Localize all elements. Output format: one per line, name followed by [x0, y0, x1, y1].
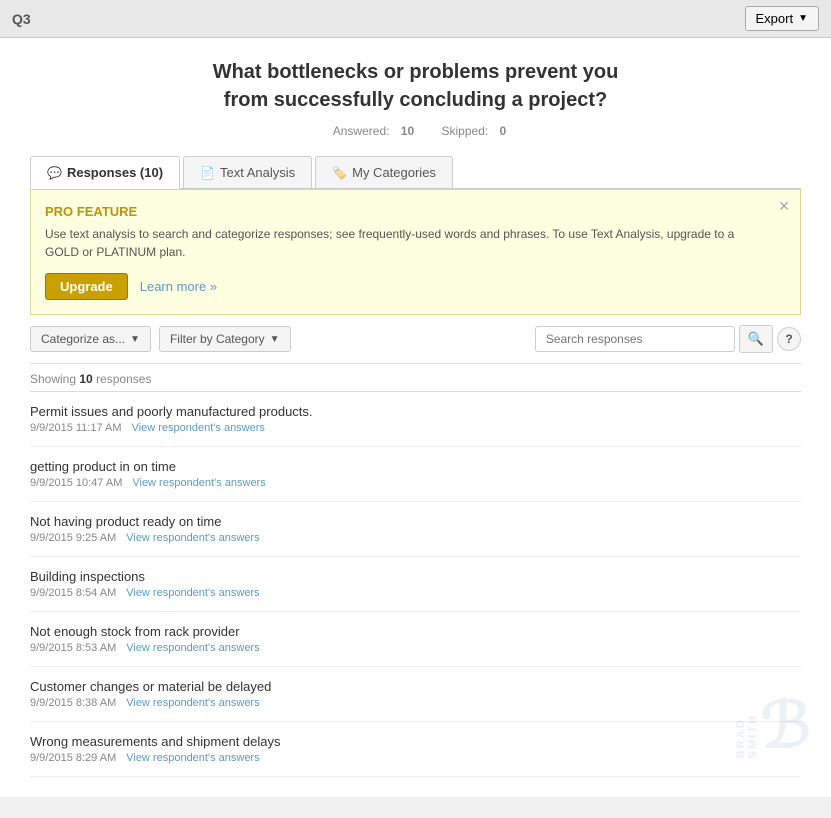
response-meta: 9/9/2015 8:29 AM View respondent's answe… — [30, 752, 801, 764]
my-categories-icon: 🏷️ — [332, 166, 347, 180]
answered-count: 10 — [401, 124, 414, 138]
response-date: 9/9/2015 9:25 AM — [30, 532, 116, 544]
categorize-chevron-icon: ▼ — [130, 334, 140, 345]
pro-banner-text: Use text analysis to search and categori… — [45, 225, 770, 261]
question-title: What bottlenecks or problems prevent you… — [30, 58, 801, 114]
showing-label: Showing — [30, 372, 76, 386]
view-answers-link[interactable]: View respondent's answers — [126, 697, 259, 709]
search-area: 🔍 ? — [535, 325, 801, 353]
response-meta: 9/9/2015 8:53 AM View respondent's answe… — [30, 642, 801, 654]
main-content: What bottlenecks or problems prevent you… — [0, 38, 831, 797]
pro-banner-actions: Upgrade Learn more » — [45, 273, 770, 300]
response-meta: 9/9/2015 11:17 AM View respondent's answ… — [30, 422, 801, 434]
search-input[interactable] — [535, 326, 735, 352]
learn-more-link[interactable]: Learn more » — [140, 279, 217, 294]
upgrade-button[interactable]: Upgrade — [45, 273, 128, 300]
showing-row: Showing 10 responses — [30, 364, 801, 391]
view-answers-link[interactable]: View respondent's answers — [132, 422, 265, 434]
list-item: Permit issues and poorly manufactured pr… — [30, 392, 801, 447]
export-button[interactable]: Export ▼ — [745, 6, 819, 31]
tab-responses[interactable]: 💬 Responses (10) — [30, 156, 180, 189]
response-text: Permit issues and poorly manufactured pr… — [30, 404, 801, 419]
tab-my-categories[interactable]: 🏷️ My Categories — [315, 156, 453, 188]
close-banner-button[interactable]: ✕ — [778, 198, 790, 215]
search-button[interactable]: 🔍 — [739, 325, 773, 353]
responses-icon: 💬 — [47, 166, 62, 180]
skipped-count: 0 — [500, 124, 507, 138]
stats-row: Answered: 10 Skipped: 0 — [30, 124, 801, 138]
list-item: Not enough stock from rack provider 9/9/… — [30, 612, 801, 667]
filter-chevron-icon: ▼ — [270, 334, 280, 345]
answered-label: Answered: 10 — [325, 124, 418, 138]
filter-dropdown[interactable]: Filter by Category ▼ — [159, 326, 291, 352]
pro-banner: ✕ PRO FEATURE Use text analysis to searc… — [30, 189, 801, 315]
response-date: 9/9/2015 8:38 AM — [30, 697, 116, 709]
list-item: Wrong measurements and shipment delays 9… — [30, 722, 801, 777]
response-text: Customer changes or material be delayed — [30, 679, 801, 694]
response-text: Not having product ready on time — [30, 514, 801, 529]
response-date: 9/9/2015 11:17 AM — [30, 422, 122, 434]
response-text: Not enough stock from rack provider — [30, 624, 801, 639]
response-date: 9/9/2015 8:29 AM — [30, 752, 116, 764]
tab-text-analysis[interactable]: 📄 Text Analysis — [183, 156, 312, 188]
list-item: Not having product ready on time 9/9/201… — [30, 502, 801, 557]
view-answers-link[interactable]: View respondent's answers — [126, 532, 259, 544]
chevron-down-icon: ▼ — [798, 13, 808, 24]
response-date: 9/9/2015 8:53 AM — [30, 642, 116, 654]
list-item: Customer changes or material be delayed … — [30, 667, 801, 722]
response-meta: 9/9/2015 10:47 AM View respondent's answ… — [30, 477, 801, 489]
response-meta: 9/9/2015 9:25 AM View respondent's answe… — [30, 532, 801, 544]
export-label: Export — [756, 11, 794, 26]
view-answers-link[interactable]: View respondent's answers — [126, 642, 259, 654]
view-answers-link[interactable]: View respondent's answers — [132, 477, 265, 489]
response-count: 10 — [79, 372, 92, 386]
response-text: Wrong measurements and shipment delays — [30, 734, 801, 749]
categorize-label: Categorize as... — [41, 332, 125, 346]
help-icon: ? — [785, 332, 792, 346]
search-icon: 🔍 — [748, 331, 764, 346]
response-list: Permit issues and poorly manufactured pr… — [30, 391, 801, 777]
filter-label: Filter by Category — [170, 332, 265, 346]
view-answers-link[interactable]: View respondent's answers — [126, 587, 259, 599]
toolbar: Categorize as... ▼ Filter by Category ▼ … — [30, 315, 801, 364]
text-analysis-icon: 📄 — [200, 166, 215, 180]
categorize-dropdown[interactable]: Categorize as... ▼ — [30, 326, 151, 352]
response-meta: 9/9/2015 8:38 AM View respondent's answe… — [30, 697, 801, 709]
tab-text-analysis-label: Text Analysis — [220, 165, 295, 180]
tabs-container: 💬 Responses (10) 📄 Text Analysis 🏷️ My C… — [30, 156, 801, 189]
response-text: Building inspections — [30, 569, 801, 584]
help-button[interactable]: ? — [777, 327, 801, 351]
response-meta: 9/9/2015 8:54 AM View respondent's answe… — [30, 587, 801, 599]
list-item: Building inspections 9/9/2015 8:54 AM Vi… — [30, 557, 801, 612]
pro-banner-title: PRO FEATURE — [45, 204, 770, 219]
question-id: Q3 — [12, 11, 31, 27]
response-date: 9/9/2015 8:54 AM — [30, 587, 116, 599]
top-bar: Q3 Export ▼ — [0, 0, 831, 38]
list-item: getting product in on time 9/9/2015 10:4… — [30, 447, 801, 502]
response-date: 9/9/2015 10:47 AM — [30, 477, 122, 489]
tab-my-categories-label: My Categories — [352, 165, 436, 180]
responses-label: responses — [96, 372, 151, 386]
view-answers-link[interactable]: View respondent's answers — [126, 752, 259, 764]
tab-responses-label: Responses (10) — [67, 165, 163, 180]
skipped-label: Skipped: 0 — [434, 124, 507, 138]
response-text: getting product in on time — [30, 459, 801, 474]
